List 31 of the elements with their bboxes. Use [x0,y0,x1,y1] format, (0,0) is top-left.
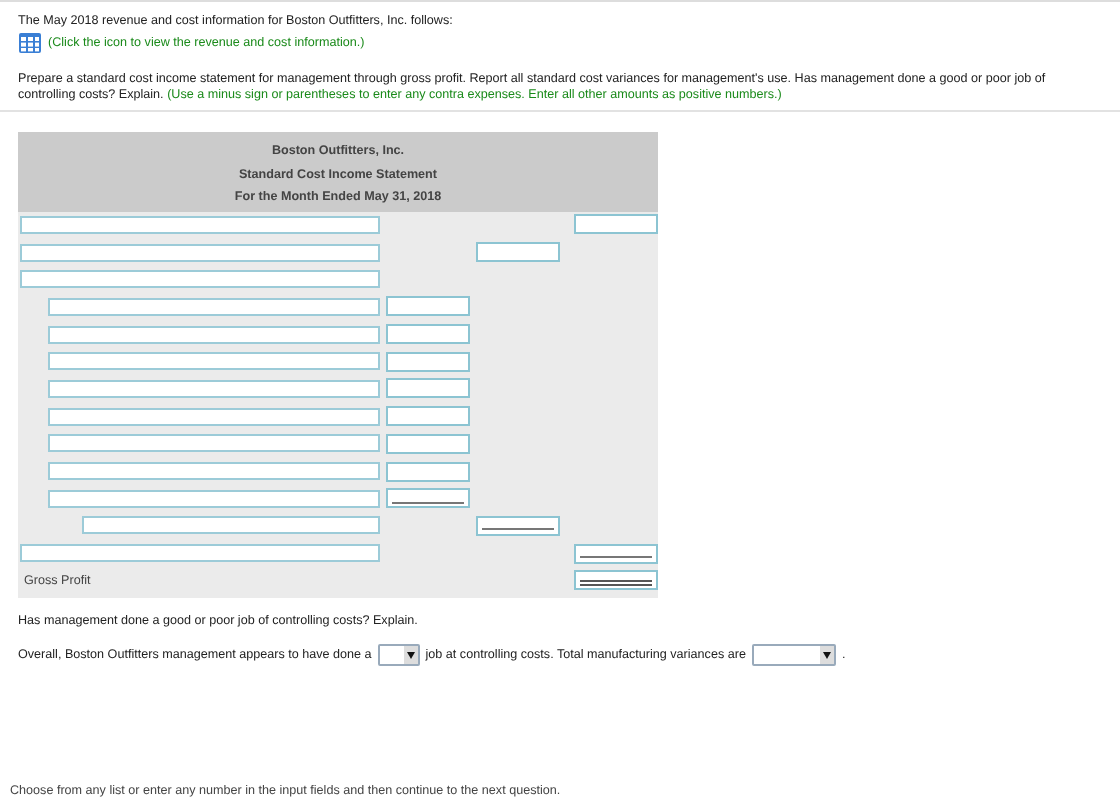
account-field[interactable] [48,434,380,453]
account-field[interactable] [20,215,380,234]
rating-dropdown[interactable] [377,644,420,667]
amount-field[interactable] [386,461,470,482]
caret-icon [403,646,418,665]
account-field[interactable] [48,489,380,508]
amount-field[interactable] [386,351,470,372]
amount-field[interactable] [574,214,658,235]
variance-dropdown[interactable] [751,644,836,667]
amount-field[interactable] [574,570,658,591]
account-field[interactable] [82,516,380,535]
account-field[interactable] [20,544,380,563]
account-field[interactable] [48,462,380,481]
amount-field[interactable] [386,296,470,317]
amount-field[interactable] [386,324,470,345]
amount-field[interactable] [476,242,560,263]
amount-field[interactable] [386,406,470,427]
account-field[interactable] [48,297,380,316]
amount-field[interactable] [386,433,470,454]
account-field[interactable] [48,325,380,344]
amount-field[interactable] [386,488,470,509]
account-field[interactable] [48,379,380,398]
caret-icon [819,646,834,665]
amount-field[interactable] [476,515,560,536]
account-field[interactable] [20,270,380,289]
amount-field[interactable] [386,378,470,399]
table-icon[interactable] [18,32,42,54]
account-field[interactable] [20,243,380,262]
amount-field[interactable] [574,543,658,564]
account-field[interactable] [48,352,380,371]
account-field[interactable] [48,407,380,426]
